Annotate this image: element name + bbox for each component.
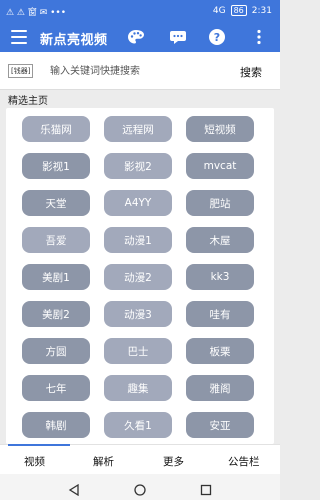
app-title: 新点亮视频 <box>40 33 108 48</box>
recents-icon[interactable] <box>200 481 212 500</box>
site-chip[interactable]: 雅阁 <box>186 375 254 401</box>
site-chip[interactable]: 趣集 <box>104 375 172 401</box>
site-chip[interactable]: 远程网 <box>104 116 172 142</box>
tab-video[interactable]: 视频 <box>24 454 45 469</box>
site-chip[interactable]: 乐猫网 <box>22 116 90 142</box>
search-source-tag[interactable]: [钱器] <box>8 64 34 78</box>
site-chip[interactable]: 巴士 <box>104 338 172 364</box>
system-nav-bar <box>0 474 280 500</box>
tab-more[interactable]: 更多 <box>163 454 184 469</box>
search-button[interactable]: 搜索 <box>240 64 262 80</box>
featured-card: 乐猫网 远程网 短视频 影视1 影视2 mvcat 天堂 A4YY 肥站 吾爱 … <box>6 108 274 444</box>
site-chip[interactable]: 肥站 <box>186 190 254 216</box>
site-chip[interactable]: mvcat <box>186 153 254 179</box>
help-icon[interactable]: ? <box>207 28 227 46</box>
battery-icon: 86 <box>230 5 247 16</box>
network-label: 4G <box>212 5 226 16</box>
status-bar: ⚠ ⚠ 窗 ✉ ••• 4G 86 2:31 <box>0 0 280 22</box>
tab-notice[interactable]: 公告栏 <box>228 454 260 469</box>
site-chip[interactable]: 吾爱 <box>22 227 90 253</box>
home-icon[interactable] <box>134 481 146 500</box>
menu-icon[interactable] <box>11 30 27 44</box>
site-chip[interactable]: kk3 <box>186 264 254 290</box>
bottom-tab-bar: 视频 解析 更多 公告栏 <box>0 444 280 474</box>
site-chip[interactable]: 影视2 <box>104 153 172 179</box>
palette-icon[interactable] <box>126 28 146 46</box>
site-chip[interactable]: 安亚 <box>186 412 254 438</box>
site-chip[interactable]: 短视频 <box>186 116 254 142</box>
chat-icon[interactable] <box>168 28 188 46</box>
site-chip[interactable]: 七年 <box>22 375 90 401</box>
site-chip[interactable]: 动漫2 <box>104 264 172 290</box>
section-title: 精选主页 <box>8 96 48 107</box>
site-chip[interactable]: 方圆 <box>22 338 90 364</box>
notification-icons: ⚠ ⚠ 窗 ✉ ••• <box>6 8 67 18</box>
site-chip[interactable]: 板栗 <box>186 338 254 364</box>
site-chip[interactable]: 木屋 <box>186 227 254 253</box>
site-chip[interactable]: A4YY <box>104 190 172 216</box>
app-bar: 新点亮视频 ? <box>0 22 280 52</box>
site-chip[interactable]: 哇有 <box>186 301 254 327</box>
site-chip[interactable]: 美剧2 <box>22 301 90 327</box>
site-grid: 乐猫网 远程网 短视频 影视1 影视2 mvcat 天堂 A4YY 肥站 吾爱 … <box>22 116 258 438</box>
tab-indicator <box>8 444 70 446</box>
search-input[interactable] <box>50 62 220 80</box>
status-right: 4G 86 2:31 <box>213 5 272 16</box>
site-chip[interactable]: 久看1 <box>104 412 172 438</box>
svg-text:?: ? <box>214 31 220 44</box>
search-bar: [钱器] 搜索 <box>0 52 280 90</box>
clock: 2:31 <box>251 5 272 16</box>
site-chip[interactable]: 影视1 <box>22 153 90 179</box>
status-notifications: ⚠ ⚠ 窗 ✉ ••• <box>6 5 66 18</box>
site-chip[interactable]: 动漫3 <box>104 301 172 327</box>
site-chip[interactable]: 韩剧 <box>22 412 90 438</box>
tab-parse[interactable]: 解析 <box>93 454 114 469</box>
back-icon[interactable] <box>68 481 80 500</box>
site-chip[interactable]: 美剧1 <box>22 264 90 290</box>
site-chip[interactable]: 天堂 <box>22 190 90 216</box>
more-icon[interactable] <box>252 28 266 46</box>
site-chip[interactable]: 动漫1 <box>104 227 172 253</box>
